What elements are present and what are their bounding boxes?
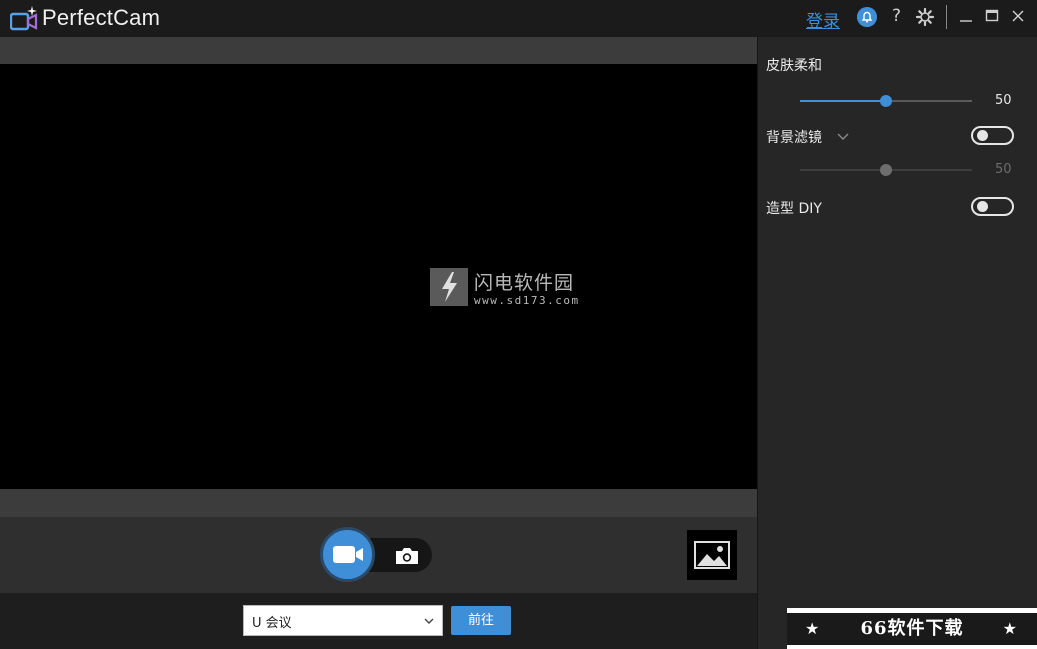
camera-preview xyxy=(0,64,757,489)
maximize-icon[interactable] xyxy=(984,8,1000,24)
watermark-url: www.sd173.com xyxy=(474,294,580,307)
help-button[interactable]: ? xyxy=(892,6,901,26)
background-filter-thumb[interactable] xyxy=(880,164,892,176)
chevron-down-icon xyxy=(424,618,434,624)
skin-smoothing-value: 50 xyxy=(995,93,1012,108)
meeting-app-select[interactable]: U 会议 xyxy=(243,605,443,636)
chevron-down-icon[interactable] xyxy=(837,133,849,141)
banner-strip: ★ 66软件下载 ★ xyxy=(787,613,1037,645)
video-camera-icon xyxy=(333,546,363,563)
star-icon: ★ xyxy=(1002,619,1017,638)
banner-text: 66软件下载 xyxy=(860,618,964,639)
video-mode-button[interactable] xyxy=(320,527,375,582)
watermark-name: 闪电软件园 xyxy=(474,272,575,294)
minimize-icon[interactable] xyxy=(958,8,974,24)
preview-area xyxy=(0,37,757,517)
style-diy-label: 造型 DIY xyxy=(766,201,822,217)
watermark: 闪电软件园 www.sd173.com xyxy=(430,268,600,310)
titlebar-divider xyxy=(946,5,947,29)
effects-panel: 皮肤柔和 50 背景滤镜 50 造型 DIY xyxy=(757,37,1037,649)
image-icon xyxy=(694,541,730,569)
capture-controls xyxy=(0,517,757,593)
meeting-app-select-value: U 会议 xyxy=(252,616,292,631)
style-diy-toggle[interactable] xyxy=(971,197,1014,216)
background-filter-value: 50 xyxy=(995,162,1012,177)
go-button[interactable]: 前往 xyxy=(451,606,511,635)
settings-gear-icon[interactable] xyxy=(915,7,935,27)
login-link[interactable]: 登录 xyxy=(806,7,840,32)
skin-smoothing-label: 皮肤柔和 xyxy=(766,58,822,74)
notification-bell-icon[interactable] xyxy=(857,7,877,27)
toggle-knob xyxy=(977,201,988,212)
background-filter-label: 背景滤镜 xyxy=(766,130,822,146)
skin-smoothing-thumb[interactable] xyxy=(880,95,892,107)
bottom-bar: U 会议 前往 xyxy=(0,593,757,649)
gallery-button[interactable] xyxy=(687,530,737,580)
background-filter-toggle[interactable] xyxy=(971,126,1014,145)
app-logo-icon xyxy=(10,6,38,31)
toggle-knob xyxy=(977,130,988,141)
title-bar: PerfectCam 登录 ? xyxy=(0,0,1037,37)
app-title: PerfectCam xyxy=(42,5,161,30)
camera-icon[interactable] xyxy=(393,545,421,567)
close-icon[interactable] xyxy=(1010,8,1026,24)
lightning-icon xyxy=(430,268,468,306)
site-banner: ★ 66软件下载 ★ xyxy=(787,608,1037,649)
skin-smoothing-fill xyxy=(800,100,886,102)
